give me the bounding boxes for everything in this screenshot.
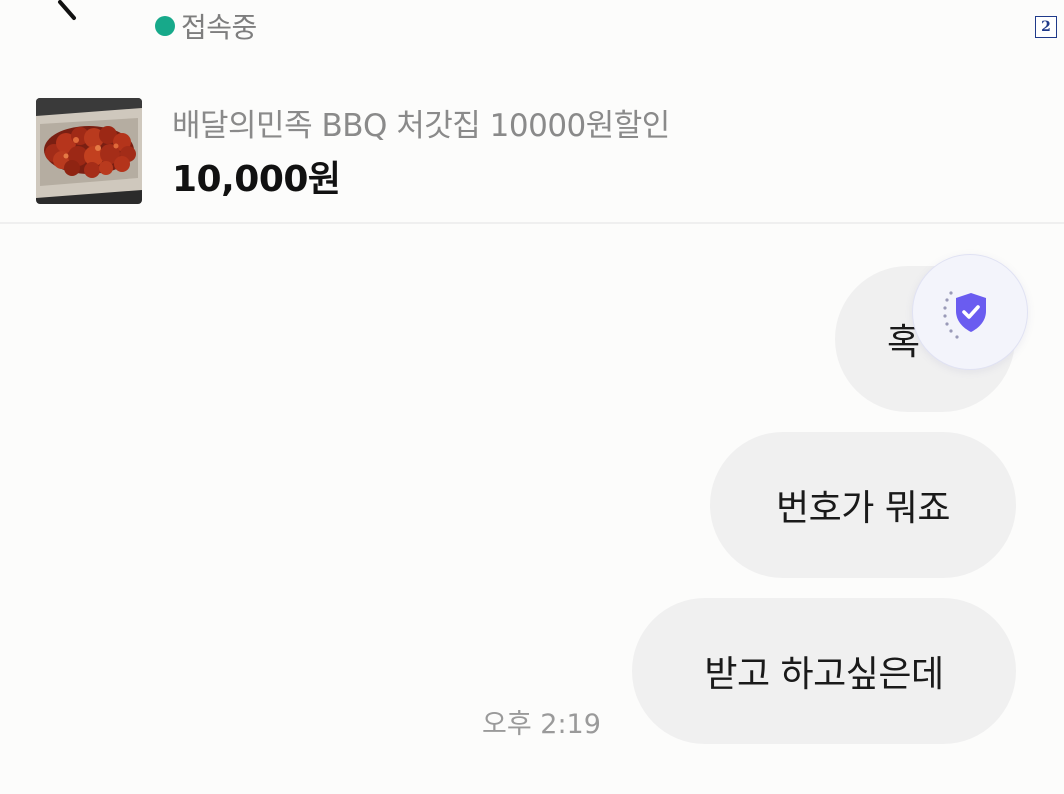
message-bubble[interactable]: 번호가 뭐죠 [710,432,1016,578]
chat-screen: 접속중 2 배달의민족 BBQ 처갓집 10000원할인 10,000원 혹 번… [0,0,1064,794]
product-title: 배달의민족 BBQ 처갓집 10000원할인 [172,108,670,144]
connection-status: 접속중 [155,6,257,46]
message-text: 번호가 뭐죠 [775,488,951,529]
product-thumbnail [36,98,142,204]
back-button[interactable] [40,0,100,34]
message-bubble[interactable]: 받고 하고싶은데 [632,598,1016,744]
security-shield-button[interactable] [912,254,1028,370]
shield-check-icon [943,291,986,339]
page-badge: 2 [1035,16,1057,38]
status-label: 접속중 [181,11,257,44]
back-arrow-icon [58,0,76,20]
message-text: 받고 하고싶은데 [704,654,944,695]
product-card[interactable]: 배달의민족 BBQ 처갓집 10000원할인 10,000원 [0,84,1064,224]
message-timestamp: 오후 2:19 [482,709,601,740]
online-dot-icon [155,16,175,36]
product-price: 10,000원 [172,159,341,200]
